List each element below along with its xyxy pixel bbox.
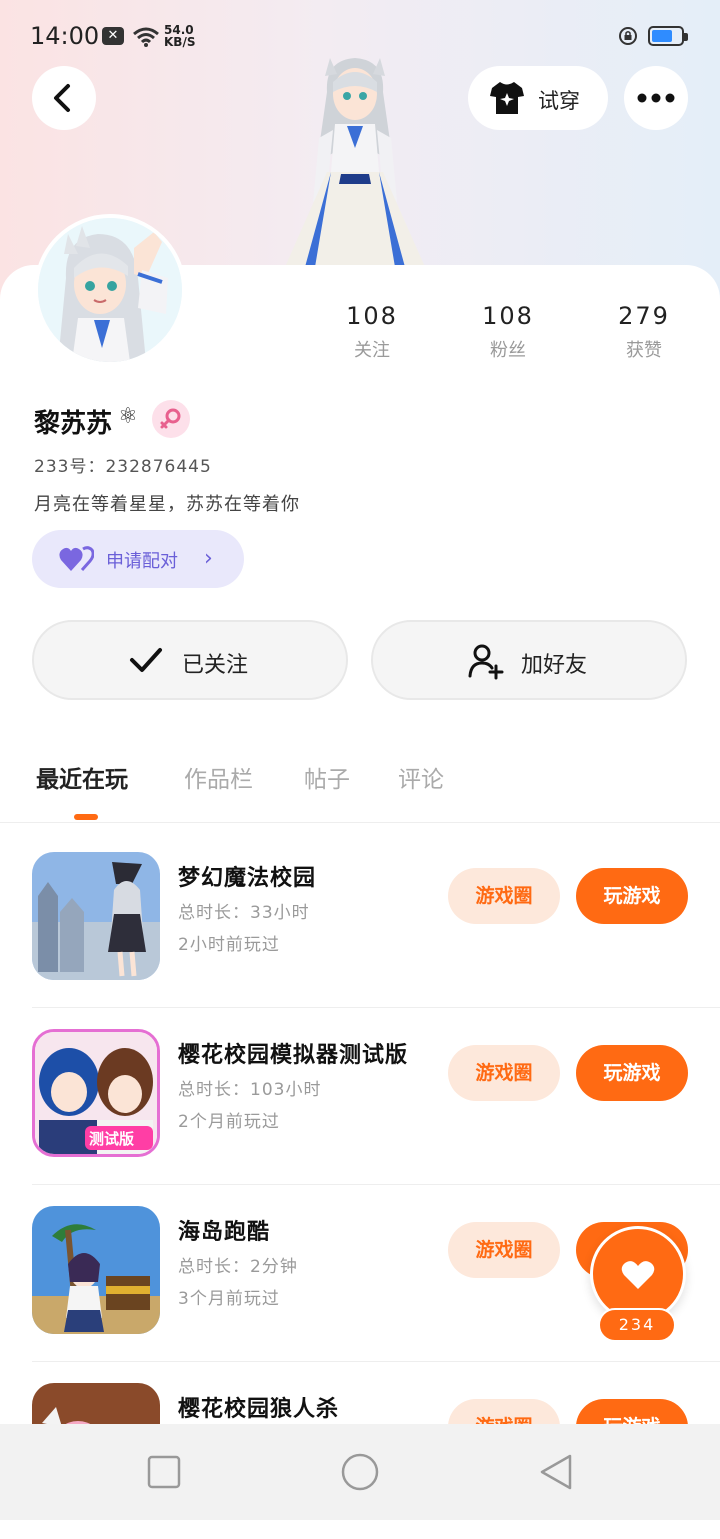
game-title: 樱花校园模拟器测试版 <box>178 1043 409 1068</box>
following-button[interactable]: 已关注 <box>32 620 348 700</box>
battery-icon <box>648 26 688 46</box>
game-last-played: 2个月前玩过 <box>178 1112 280 1132</box>
game-duration: 总时长：103小时 <box>178 1080 322 1100</box>
tab-comments[interactable]: 评论 <box>398 760 444 794</box>
female-gender-icon <box>152 400 190 438</box>
request-pair-button[interactable]: 申请配对 › <box>32 530 244 588</box>
wifi-icon <box>133 27 159 47</box>
stat-likes-label: 获赞 <box>626 340 662 361</box>
profile-tabs: 最近在玩 作品栏 帖子 评论 <box>0 740 720 823</box>
back-nav-icon[interactable] <box>538 1452 574 1492</box>
chevron-right-icon: › <box>204 546 213 571</box>
notification-icon: ✕ <box>102 27 124 45</box>
game-icon-art <box>32 852 160 980</box>
female-symbol <box>160 408 181 429</box>
battery-level <box>652 30 672 42</box>
game-circle-button[interactable]: 游戏圈 <box>448 1045 560 1101</box>
add-friend-button[interactable]: 加好友 <box>371 620 687 700</box>
game-icon[interactable] <box>32 852 160 980</box>
more-button[interactable] <box>624 66 688 130</box>
row-divider <box>32 1361 720 1362</box>
try-on-button[interactable]: 试穿 <box>468 66 608 130</box>
game-icon-art <box>32 1206 160 1334</box>
back-button[interactable] <box>32 66 96 130</box>
game-circle-button[interactable]: 游戏圈 <box>448 1222 560 1278</box>
request-pair-label: 申请配对 <box>106 551 178 572</box>
stat-fans-label: 粉丝 <box>490 340 526 361</box>
battery-tip <box>684 33 688 41</box>
game-title: 梦幻魔法校园 <box>178 866 317 891</box>
game-icon[interactable]: 测试版 <box>32 1029 160 1157</box>
heart-pair-icon <box>59 546 94 571</box>
shirt-icon <box>490 82 524 114</box>
user-name: 黎苏苏 <box>34 409 113 439</box>
tab-posts[interactable]: 帖子 <box>304 760 350 794</box>
test-version-badge: 测试版 <box>89 1130 135 1148</box>
chevron-left-icon <box>54 84 70 112</box>
tab-works[interactable]: 作品栏 <box>184 760 253 794</box>
recent-apps-icon[interactable] <box>146 1454 182 1490</box>
check-icon <box>130 648 162 672</box>
game-duration: 总时长：33小时 <box>178 903 310 923</box>
stat-fans-count: 108 <box>482 302 534 330</box>
stat-following-label: 关注 <box>354 340 390 361</box>
add-user-icon <box>468 644 504 680</box>
add-friend-label: 加好友 <box>521 653 588 678</box>
status-bar: 14:00 ✕ 54.0 KB/S <box>0 0 720 76</box>
game-last-played: 3个月前玩过 <box>178 1289 280 1309</box>
user-bio: 月亮在等着星星，苏苏在等着你 <box>34 494 300 515</box>
avatar-image <box>38 218 182 362</box>
following-label: 已关注 <box>182 653 249 678</box>
stat-following[interactable]: 108 关注 <box>322 302 422 362</box>
stat-fans[interactable]: 108 粉丝 <box>458 302 558 362</box>
home-icon[interactable] <box>340 1452 380 1492</box>
system-nav-bar <box>0 1424 720 1520</box>
name-badge-icon: ⚛ <box>118 404 138 429</box>
stat-following-count: 108 <box>346 302 398 330</box>
tab-recently-played[interactable]: 最近在玩 <box>36 760 128 794</box>
heart-icon <box>621 1261 655 1289</box>
game-title: 海岛跑酷 <box>178 1220 271 1245</box>
play-game-button[interactable]: 玩游戏 <box>576 1045 688 1101</box>
game-circle-button[interactable]: 游戏圈 <box>448 868 560 924</box>
row-divider <box>32 1007 720 1008</box>
game-last-played: 2小时前玩过 <box>178 935 280 955</box>
like-count-badge: 234 <box>598 1308 676 1342</box>
rotation-lock-icon <box>619 27 637 45</box>
user-id: 233号：232876445 <box>34 457 212 477</box>
stat-likes-count: 279 <box>618 302 670 330</box>
list-item[interactable]: 梦幻魔法校园 总时长：33小时 2小时前玩过 游戏圈 玩游戏 <box>32 832 720 1008</box>
row-divider <box>32 1184 720 1185</box>
stat-likes[interactable]: 279 获赞 <box>594 302 694 362</box>
game-icon[interactable] <box>32 1206 160 1334</box>
tab-active-indicator <box>74 814 98 820</box>
list-item[interactable]: 测试版 樱花校园模拟器测试版 总时长：103小时 2个月前玩过 游戏圈 玩游戏 <box>32 1009 720 1185</box>
hero-avatar-figure <box>285 58 425 267</box>
game-title: 樱花校园狼人杀 <box>178 1397 340 1422</box>
more-dots-icon <box>637 93 675 103</box>
network-speed-unit: KB/S <box>164 35 196 49</box>
status-time: 14:00 <box>30 22 100 50</box>
avatar[interactable] <box>34 214 186 366</box>
network-speed: 54.0 KB/S <box>164 24 195 48</box>
try-on-label: 试穿 <box>538 89 580 113</box>
play-game-button[interactable]: 玩游戏 <box>576 868 688 924</box>
game-duration: 总时长：2分钟 <box>178 1257 298 1277</box>
